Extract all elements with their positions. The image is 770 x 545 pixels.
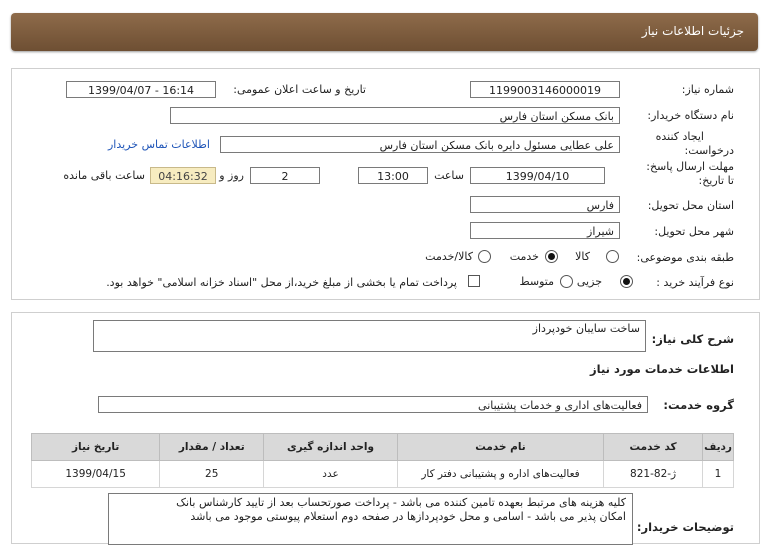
buyer-notes-label: توضیحات خریدار:	[636, 520, 734, 534]
details-panel	[11, 68, 760, 300]
creator-field: علی عطایی مسئول دایره بانک مسکن استان فا…	[220, 136, 620, 153]
buyer-notes-line-1: کلیه هزینه های مرتبط بعهده تامین کننده م…	[176, 496, 626, 509]
creator-label-2: درخواست:	[684, 144, 734, 157]
province-field: فارس	[470, 196, 620, 213]
category-radio-service[interactable]	[545, 250, 558, 263]
services-table: ردیف کد خدمت نام خدمت واحد اندازه گیری ت…	[30, 433, 734, 488]
cell-service-name: فعالیت‌های اداره و پشتیبانی دفتر کار	[396, 460, 605, 488]
treasury-payment-note: پرداخت تمام یا بخشی از مبلغ خرید،از محل …	[106, 276, 457, 289]
cell-quantity: 25	[159, 460, 265, 488]
col-service-code: کد خدمت	[603, 433, 704, 461]
process-radio-medium[interactable]	[560, 275, 573, 288]
services-table-header: ردیف کد خدمت نام خدمت واحد اندازه گیری ت…	[30, 433, 734, 461]
page-title: جزئیات اطلاعات نیاز	[641, 24, 744, 38]
category-option-service: خدمت	[509, 250, 539, 263]
service-group-field: فعالیت‌های اداری و خدمات پشتیبانی	[98, 396, 648, 413]
province-label: استان محل تحویل:	[647, 199, 734, 212]
page-header: جزئیات اطلاعات نیاز	[11, 13, 758, 51]
deadline-time-label: ساعت	[434, 169, 464, 182]
buyer-org-field: بانک مسکن استان فارس	[170, 107, 620, 124]
category-radio-goods-service[interactable]	[478, 250, 491, 263]
contact-buyer-link[interactable]: اطلاعات تماس خریدار	[108, 138, 210, 151]
deadline-time-field: 13:00	[358, 167, 428, 184]
table-row: 1 ژ-82-821 فعالیت‌های اداره و پشتیبانی د…	[30, 460, 734, 488]
category-radio-goods[interactable]	[606, 250, 619, 263]
buyer-org-label: نام دستگاه خریدار:	[647, 109, 734, 122]
days-field: 2	[250, 167, 320, 184]
col-quantity: تعداد / مقدار	[159, 433, 265, 461]
cell-service-code: ژ-82-821	[603, 460, 704, 488]
announce-field: 1399/04/07 - 16:14	[66, 81, 216, 98]
summary-label: شرح کلی نیاز:	[651, 332, 734, 346]
deadline-label-2: تا تاریخ:	[698, 174, 734, 187]
service-group-label: گروه خدمت:	[663, 398, 734, 412]
city-label: شهر محل تحویل:	[654, 225, 734, 238]
process-radio-minor[interactable]	[620, 275, 633, 288]
col-row-number: ردیف	[702, 433, 734, 461]
col-service-name: نام خدمت	[396, 433, 605, 461]
days-label: روز و	[219, 169, 244, 182]
need-number-field: 1199003146000019	[470, 81, 620, 98]
category-option-goods: کالا	[575, 250, 590, 263]
remaining-label: ساعت باقی مانده	[63, 169, 145, 182]
deadline-label-1: مهلت ارسال پاسخ:	[646, 160, 734, 173]
need-number-label: شماره نیاز:	[681, 83, 734, 96]
cell-unit: عدد	[263, 460, 398, 488]
buyer-notes-field: کلیه هزینه های مرتبط بعهده تامین کننده م…	[108, 493, 633, 545]
announce-label: تاریخ و ساعت اعلان عمومی:	[233, 83, 366, 96]
deadline-date-field: 1399/04/10	[470, 167, 605, 184]
process-option-medium: متوسط	[519, 275, 554, 288]
summary-field: ساخت سایبان خودپرداز	[93, 320, 646, 352]
services-section-title: اطلاعات خدمات مورد نیاز	[590, 362, 734, 376]
creator-label-1: ایجاد کننده	[655, 130, 704, 143]
process-label: نوع فرآیند خرید :	[656, 276, 734, 289]
city-field: شیراز	[470, 222, 620, 239]
remaining-timer: 04:16:32	[150, 167, 216, 184]
treasury-payment-checkbox[interactable]	[468, 275, 480, 287]
category-option-goods-service: کالا/خدمت	[425, 250, 473, 263]
buyer-notes-line-2: امکان پذیر می باشد - اسامی و محل خودپردا…	[190, 510, 626, 523]
cell-need-date: 1399/04/15	[30, 460, 161, 488]
process-option-minor: جزیی	[576, 275, 602, 288]
col-unit: واحد اندازه گیری	[263, 433, 398, 461]
cell-row-number: 1	[702, 460, 734, 488]
col-need-date: تاریخ نیاز	[30, 433, 161, 461]
category-label: طبقه بندی موضوعی:	[636, 251, 734, 264]
